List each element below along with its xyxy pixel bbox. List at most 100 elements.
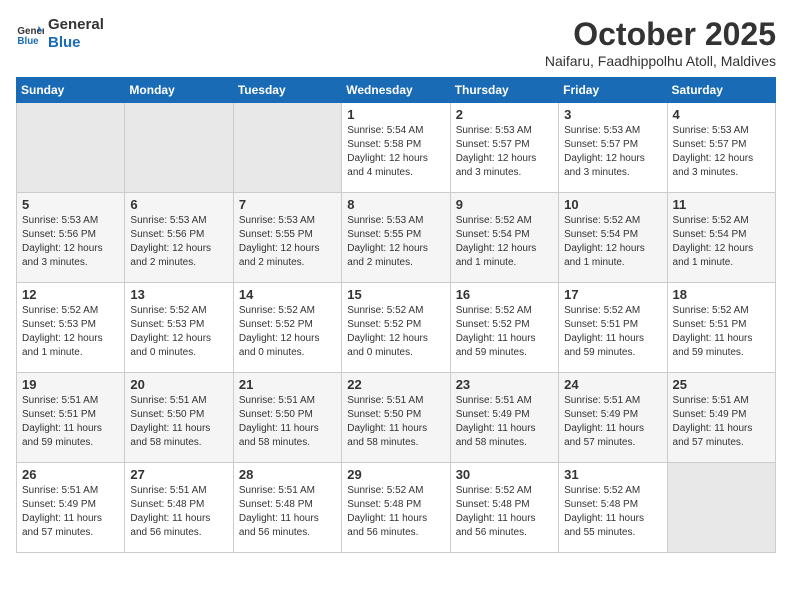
weekday-header-row: SundayMondayTuesdayWednesdayThursdayFrid… (17, 78, 776, 103)
calendar-cell: 15Sunrise: 5:52 AM Sunset: 5:52 PM Dayli… (342, 283, 450, 373)
calendar-cell: 19Sunrise: 5:51 AM Sunset: 5:51 PM Dayli… (17, 373, 125, 463)
weekday-header: Thursday (450, 78, 558, 103)
day-number: 24 (564, 377, 661, 392)
calendar-cell (17, 103, 125, 193)
day-info: Sunrise: 5:53 AM Sunset: 5:56 PM Dayligh… (130, 214, 227, 270)
day-info: Sunrise: 5:52 AM Sunset: 5:54 PM Dayligh… (456, 214, 553, 270)
calendar-cell: 21 Sunrise: 5:51 AM Sunset: 5:50 PM Dayli… (233, 373, 341, 463)
calendar-cell: 16 Sunrise: 5:52 AM Sunset: 5:52 PM Dayli… (450, 283, 558, 373)
logo-icon: General Blue (16, 20, 44, 48)
day-info: Sunrise: 5:53 AM Sunset: 5:55 PM Dayligh… (239, 214, 336, 270)
calendar-week-row: 12 Sunrise: 5:52 AM Sunset: 5:53 PM Dayli… (17, 283, 776, 373)
calendar-subtitle: Naifaru, Faadhippolhu Atoll, Maldives (545, 53, 776, 69)
weekday-header: Friday (559, 78, 667, 103)
day-number: 23 (456, 377, 553, 392)
calendar-cell: 3Sunrise: 5:53 AM Sunset: 5:57 PM Daylig… (559, 103, 667, 193)
calendar-cell: 6Sunrise: 5:53 AM Sunset: 5:56 PM Daylig… (125, 193, 233, 283)
weekday-header: Monday (125, 78, 233, 103)
day-info: Sunrise: 5:52 AM Sunset: 5:54 PM Dayligh… (564, 214, 661, 270)
day-number: 22 (347, 377, 444, 392)
day-info: Sunrise: 5:51 AM Sunset: 5:49 PM Dayligh… (456, 394, 553, 450)
calendar-week-row: 19Sunrise: 5:51 AM Sunset: 5:51 PM Dayli… (17, 373, 776, 463)
calendar-cell: 10 Sunrise: 5:52 AM Sunset: 5:54 PM Dayli… (559, 193, 667, 283)
calendar-cell (125, 103, 233, 193)
day-number: 16 (456, 287, 553, 302)
day-number: 31 (564, 467, 661, 482)
calendar-cell: 27 Sunrise: 5:51 AM Sunset: 5:48 PM Dayli… (125, 463, 233, 553)
day-number: 18 (673, 287, 770, 302)
calendar-cell: 23 Sunrise: 5:51 AM Sunset: 5:49 PM Dayli… (450, 373, 558, 463)
day-number: 17 (564, 287, 661, 302)
calendar-cell: 28 Sunrise: 5:51 AM Sunset: 5:48 PM Dayli… (233, 463, 341, 553)
day-info: Sunrise: 5:51 AM Sunset: 5:50 PM Dayligh… (239, 394, 336, 450)
day-number: 29 (347, 467, 444, 482)
calendar-cell: 2 Sunrise: 5:53 AM Sunset: 5:57 PM Daylig… (450, 103, 558, 193)
calendar-cell: 13 Sunrise: 5:52 AM Sunset: 5:53 PM Dayli… (125, 283, 233, 373)
day-info: Sunrise: 5:52 AM Sunset: 5:54 PM Dayligh… (673, 214, 770, 270)
calendar-cell: 29 Sunrise: 5:52 AM Sunset: 5:48 PM Dayli… (342, 463, 450, 553)
calendar-cell: 20 Sunrise: 5:51 AM Sunset: 5:50 PM Dayli… (125, 373, 233, 463)
day-info: Sunrise: 5:51 AM Sunset: 5:50 PM Dayligh… (130, 394, 227, 450)
calendar-cell: 30 Sunrise: 5:52 AM Sunset: 5:48 PM Dayli… (450, 463, 558, 553)
day-info: Sunrise: 5:51 AM Sunset: 5:50 PM Dayligh… (347, 394, 444, 450)
day-number: 21 (239, 377, 336, 392)
day-number: 30 (456, 467, 553, 482)
day-info: Sunrise: 5:51 AM Sunset: 5:49 PM Dayligh… (22, 484, 119, 540)
calendar-cell: 7 Sunrise: 5:53 AM Sunset: 5:55 PM Daylig… (233, 193, 341, 283)
day-info: Sunrise: 5:52 AM Sunset: 5:51 PM Dayligh… (564, 304, 661, 360)
day-info: Sunrise: 5:52 AM Sunset: 5:51 PM Dayligh… (673, 304, 770, 360)
calendar-cell: 8 Sunrise: 5:53 AM Sunset: 5:55 PM Daylig… (342, 193, 450, 283)
day-number: 10 (564, 197, 661, 212)
day-info: Sunrise: 5:53 AM Sunset: 5:57 PM Dayligh… (564, 124, 661, 180)
svg-text:Blue: Blue (17, 36, 39, 47)
day-info: Sunrise: 5:51 AM Sunset: 5:49 PM Dayligh… (673, 394, 770, 450)
day-number: 9 (456, 197, 553, 212)
calendar-week-row: 5Sunrise: 5:53 AM Sunset: 5:56 PM Daylig… (17, 193, 776, 283)
day-number: 13 (130, 287, 227, 302)
day-info: Sunrise: 5:52 AM Sunset: 5:53 PM Dayligh… (22, 304, 119, 360)
day-info: Sunrise: 5:51 AM Sunset: 5:48 PM Dayligh… (130, 484, 227, 540)
calendar-cell: 17 Sunrise: 5:52 AM Sunset: 5:51 PM Dayli… (559, 283, 667, 373)
logo-line1: General (48, 16, 104, 34)
day-info: Sunrise: 5:52 AM Sunset: 5:48 PM Dayligh… (347, 484, 444, 540)
weekday-header: Tuesday (233, 78, 341, 103)
day-info: Sunrise: 5:51 AM Sunset: 5:48 PM Dayligh… (239, 484, 336, 540)
day-info: Sunrise: 5:53 AM Sunset: 5:57 PM Dayligh… (673, 124, 770, 180)
calendar-cell: 4 Sunrise: 5:53 AM Sunset: 5:57 PM Daylig… (667, 103, 775, 193)
calendar-cell: 24 Sunrise: 5:51 AM Sunset: 5:49 PM Dayli… (559, 373, 667, 463)
calendar-cell: 22 Sunrise: 5:51 AM Sunset: 5:50 PM Dayli… (342, 373, 450, 463)
day-number: 14 (239, 287, 336, 302)
day-number: 8 (347, 197, 444, 212)
day-number: 19 (22, 377, 119, 392)
page-header: General Blue General Blue October 2025 N… (16, 16, 776, 69)
calendar-cell (667, 463, 775, 553)
day-number: 26 (22, 467, 119, 482)
calendar-cell: 5Sunrise: 5:53 AM Sunset: 5:56 PM Daylig… (17, 193, 125, 283)
day-info: Sunrise: 5:51 AM Sunset: 5:49 PM Dayligh… (564, 394, 661, 450)
day-info: Sunrise: 5:52 AM Sunset: 5:48 PM Dayligh… (564, 484, 661, 540)
calendar-cell: 12 Sunrise: 5:52 AM Sunset: 5:53 PM Dayli… (17, 283, 125, 373)
day-info: Sunrise: 5:52 AM Sunset: 5:48 PM Dayligh… (456, 484, 553, 540)
calendar-cell: 11Sunrise: 5:52 AM Sunset: 5:54 PM Dayli… (667, 193, 775, 283)
day-number: 12 (22, 287, 119, 302)
day-number: 4 (673, 107, 770, 122)
day-number: 27 (130, 467, 227, 482)
day-number: 20 (130, 377, 227, 392)
calendar-cell: 9 Sunrise: 5:52 AM Sunset: 5:54 PM Daylig… (450, 193, 558, 283)
calendar-title: October 2025 (545, 16, 776, 53)
day-info: Sunrise: 5:53 AM Sunset: 5:57 PM Dayligh… (456, 124, 553, 180)
day-number: 2 (456, 107, 553, 122)
day-number: 28 (239, 467, 336, 482)
day-number: 15 (347, 287, 444, 302)
day-info: Sunrise: 5:52 AM Sunset: 5:53 PM Dayligh… (130, 304, 227, 360)
calendar-cell: 25 Sunrise: 5:51 AM Sunset: 5:49 PM Dayli… (667, 373, 775, 463)
logo: General Blue General Blue (16, 16, 104, 52)
calendar-week-row: 26 Sunrise: 5:51 AM Sunset: 5:49 PM Dayli… (17, 463, 776, 553)
title-block: October 2025 Naifaru, Faadhippolhu Atoll… (545, 16, 776, 69)
day-number: 7 (239, 197, 336, 212)
day-info: Sunrise: 5:52 AM Sunset: 5:52 PM Dayligh… (456, 304, 553, 360)
weekday-header: Sunday (17, 78, 125, 103)
day-info: Sunrise: 5:53 AM Sunset: 5:55 PM Dayligh… (347, 214, 444, 270)
day-number: 25 (673, 377, 770, 392)
day-info: Sunrise: 5:52 AM Sunset: 5:52 PM Dayligh… (239, 304, 336, 360)
